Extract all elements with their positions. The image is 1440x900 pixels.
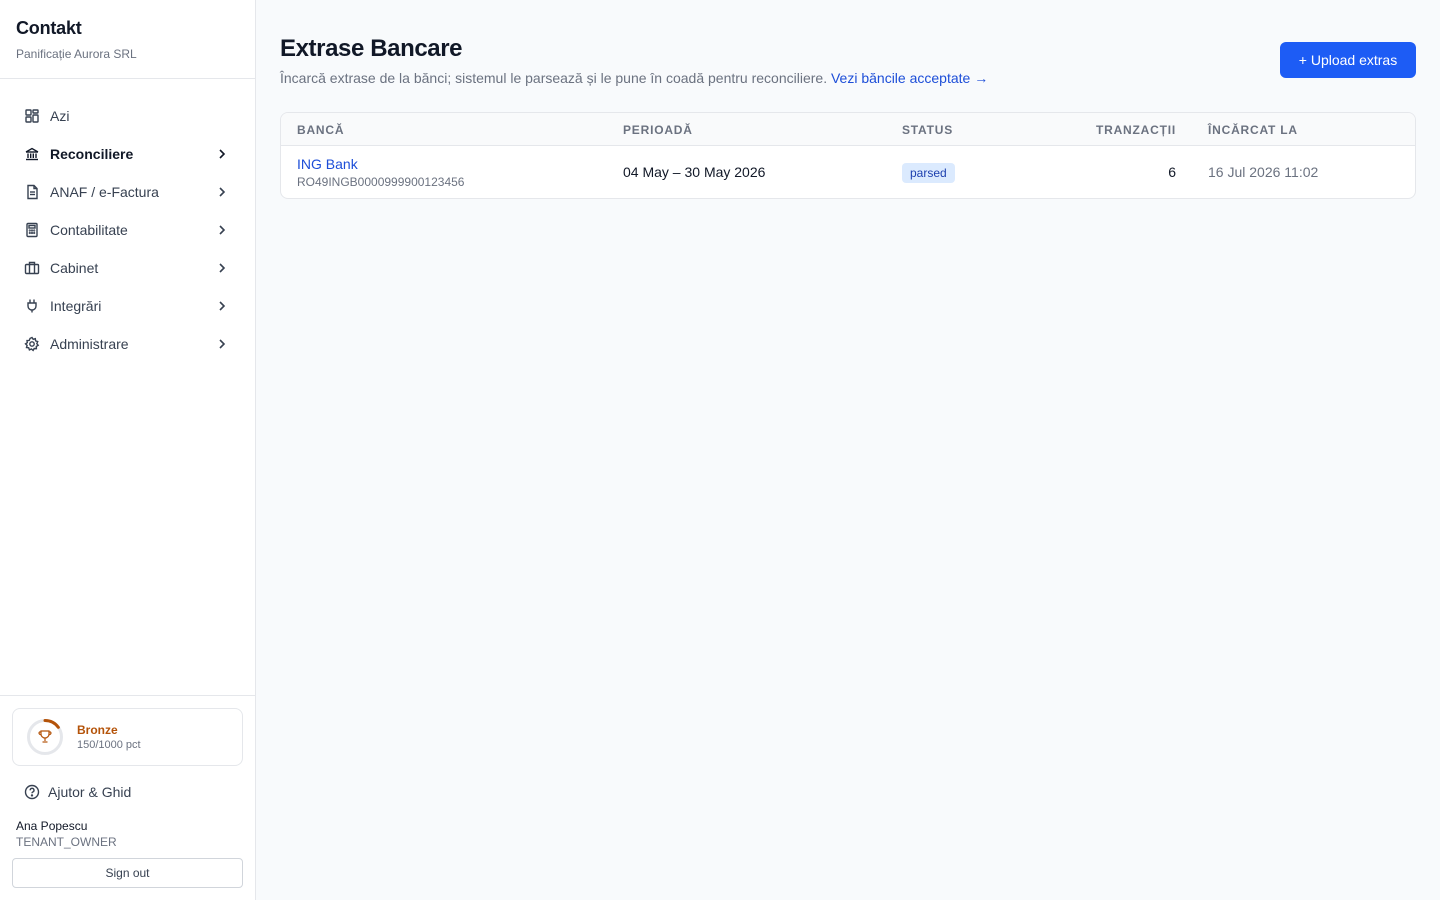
document-icon [24,184,40,200]
plug-icon [24,298,40,314]
chevron-right-icon [219,263,226,273]
uploaded-at: 16 Jul 2026 11:02 [1208,164,1319,180]
level-points: 150/1000 pct [77,739,141,751]
sidebar-item-administrare[interactable]: Administrare [0,325,255,363]
table-row[interactable]: ING Bank RO49INGB0000999900123456 04 May… [281,146,1415,198]
bank-name-link[interactable]: ING Bank [297,156,358,172]
user-name: Ana Popescu [16,819,88,833]
company-name: Panificație Aurora SRL [16,47,137,61]
sidebar-item-label: Reconciliere [50,146,134,162]
trophy-icon [38,730,52,743]
bank-iban: RO49INGB0000999900123456 [297,175,465,189]
sidebar-item-cabinet[interactable]: Cabinet [0,249,255,287]
help-icon [24,784,40,800]
statement-period: 04 May – 30 May 2026 [623,164,766,180]
chevron-right-icon [219,339,226,349]
user-role: TENANT_OWNER [16,835,117,849]
page-description: Încarcă extrase de la bănci; sistemul le… [280,70,988,86]
upload-statement-button[interactable]: + Upload extras [1280,42,1416,78]
column-header-period: Perioadă [623,123,693,137]
sidebar-item-label: ANAF / e-Factura [50,184,159,200]
bank-icon [24,146,40,162]
sidebar-item-label: Administrare [50,336,129,352]
briefcase-icon [24,260,40,276]
transaction-count: 6 [1168,164,1176,180]
sidebar-item-anaf[interactable]: ANAF / e-Factura [0,173,255,211]
sidebar: Contakt Panificație Aurora SRL Azi Recon… [0,0,256,900]
sidebar-nav: Azi Reconciliere ANAF / e-Factura Contab… [0,79,255,363]
sidebar-item-reconciliere[interactable]: Reconciliere [0,135,255,173]
sidebar-item-label: Contabilitate [50,222,128,238]
help-label: Ajutor & Ghid [48,784,132,800]
status-badge: parsed [902,163,955,183]
level-card[interactable]: Bronze 150/1000 pct [12,708,243,766]
column-header-uploaded-at: Încărcat la [1208,123,1298,137]
statements-table: Bancă Perioadă Status Tranzacții Încărca… [280,112,1416,199]
sidebar-item-label: Integrări [50,298,102,314]
chevron-right-icon [219,301,226,311]
sidebar-item-label: Cabinet [50,260,99,276]
sidebar-item-contabilitate[interactable]: Contabilitate [0,211,255,249]
sidebar-item-azi[interactable]: Azi [0,97,255,135]
main-content: Extrase Bancare Încarcă extrase de la bă… [256,0,1440,900]
chevron-right-icon [219,187,226,197]
page-title: Extrase Bancare [280,35,463,62]
help-link[interactable]: Ajutor & Ghid [24,784,131,800]
sidebar-item-integrari[interactable]: Integrări [0,287,255,325]
column-header-bank: Bancă [297,123,345,137]
calculator-icon [24,222,40,238]
sidebar-footer: Bronze 150/1000 pct Ajutor & Ghid Ana Po… [0,695,255,900]
table-header: Bancă Perioadă Status Tranzacții Încărca… [281,113,1415,146]
dashboard-icon [24,108,40,124]
column-header-status: Status [902,123,954,137]
app-title: Contakt [16,18,82,38]
level-progress-ring [27,719,63,755]
sign-out-button[interactable]: Sign out [12,858,243,888]
description-text: Încarcă extrase de la bănci; sistemul le… [280,70,828,86]
sidebar-item-label: Azi [50,108,70,124]
column-header-transactions: Tranzacții [1096,123,1176,137]
chevron-right-icon [219,225,226,235]
brand: Contakt Panificație Aurora SRL [0,0,255,79]
gear-icon [24,336,40,352]
level-name: Bronze [77,723,118,737]
accepted-banks-link[interactable]: Vezi băncile acceptate → [831,70,988,86]
chevron-right-icon [219,149,226,159]
